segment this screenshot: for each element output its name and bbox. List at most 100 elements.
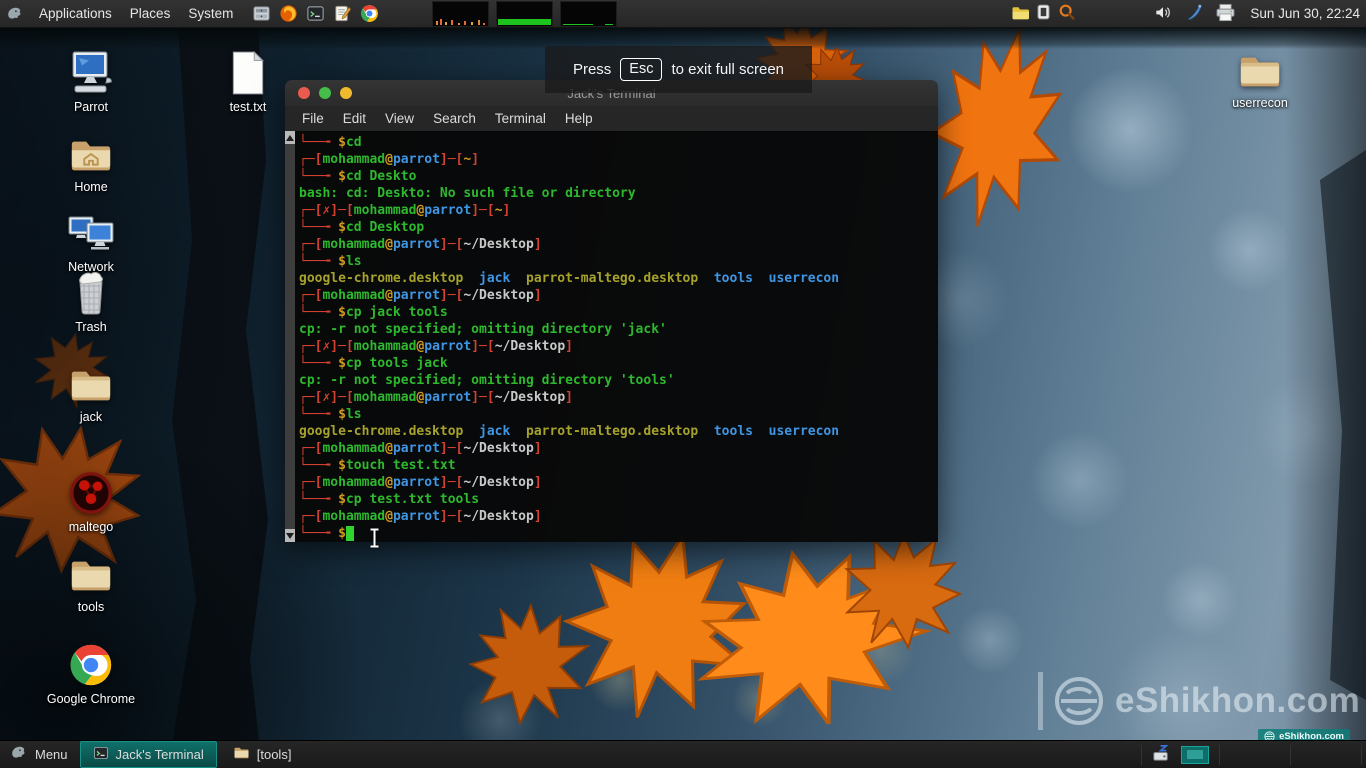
panel-menus: ApplicationsPlacesSystem — [30, 0, 242, 27]
terminal-line: └──╼ $touch test.txt — [299, 457, 934, 474]
desktop-icon-network[interactable]: Network — [53, 208, 129, 274]
folder-icon — [68, 548, 114, 596]
network-icon — [67, 208, 115, 256]
task-label: [tools] — [257, 747, 292, 762]
system-monitor-graphs — [432, 1, 617, 27]
terminal-line: └──╼ $ls — [299, 406, 934, 423]
folder-icon — [1237, 44, 1283, 92]
desktop-icon-label: tools — [78, 600, 104, 614]
terminal-cursor — [346, 526, 354, 541]
computer-icon — [67, 48, 115, 96]
watermark-text: eShikhon.com — [1115, 681, 1360, 721]
menu-label: Menu — [35, 747, 68, 762]
text-editor-launcher-icon[interactable] — [333, 4, 352, 23]
desktop-icon-maltego[interactable]: maltego — [53, 468, 129, 534]
task-label: Jack's Terminal — [116, 747, 204, 762]
file-manager-launcher-icon[interactable] — [252, 4, 271, 23]
desktop-icon-home[interactable]: Home — [53, 128, 129, 194]
terminal-line: bash: cd: Deskto: No such file or direct… — [299, 185, 934, 202]
bottom-taskbar: Menu Jack's Terminal [tools] — [0, 740, 1366, 768]
fullscreen-notice-prefix: Press — [573, 61, 611, 78]
taskbar-task-jack-s-terminal[interactable]: Jack's Terminal — [80, 741, 217, 768]
desktop: eShikhon.com eShikhon.com ApplicationsPl… — [0, 0, 1366, 768]
top-panel: ApplicationsPlacesSystem Sun Jun 30, 22:… — [0, 0, 1366, 28]
folder-mini-icon — [233, 746, 250, 763]
network-tool-icon[interactable] — [1185, 3, 1203, 25]
terminal-menu-file[interactable]: File — [293, 106, 333, 131]
menu-system[interactable]: System — [179, 0, 242, 27]
memory-monitor[interactable] — [496, 1, 553, 27]
terminal-line: └──╼ $cp tools jack — [299, 355, 934, 372]
desktop-icon-parrot[interactable]: Parrot — [53, 48, 129, 114]
desktop-icon-userrecon[interactable]: userrecon — [1222, 44, 1298, 110]
terminal-menubar: FileEditViewSearchTerminalHelp — [285, 106, 938, 132]
terminal-line: └──╼ $cp jack tools — [299, 304, 934, 321]
terminal-line: ┌─[mohammad@parrot]─[~/Desktop] — [299, 287, 934, 304]
terminal-line: └──╼ $cd Deskto — [299, 168, 934, 185]
clock[interactable]: Sun Jun 30, 22:24 — [1250, 0, 1360, 27]
taskbar-right — [1141, 741, 1362, 768]
terminal-line: └──╼ $cd Desktop — [299, 219, 934, 236]
desktop-icon-test-txt[interactable]: test.txt — [210, 48, 286, 114]
print-applet-icon[interactable] — [1215, 3, 1236, 25]
firefox-launcher-icon[interactable] — [279, 4, 298, 23]
volume-icon[interactable] — [1153, 3, 1173, 25]
trash-icon — [71, 268, 111, 316]
maltego-icon — [68, 468, 114, 516]
workspace-switcher[interactable] — [1181, 746, 1209, 764]
text-file-icon — [229, 48, 267, 96]
terminal-line: ┌─[mohammad@parrot]─[~/Desktop] — [299, 440, 934, 457]
menu-button[interactable]: Menu — [0, 741, 80, 768]
network-monitor[interactable] — [560, 1, 617, 27]
fullscreen-notice-suffix: to exit full screen — [671, 61, 784, 78]
terminal-scrollbar[interactable] — [285, 131, 295, 542]
panel-launchers — [252, 4, 379, 23]
fullscreen-notice: Press Esc to exit full screen — [545, 46, 812, 93]
terminal-menu-search[interactable]: Search — [424, 106, 485, 131]
cpu-monitor[interactable] — [432, 1, 489, 27]
terminal-line: ┌─[mohammad@parrot]─[~] — [299, 151, 934, 168]
chrome-icon — [68, 640, 114, 688]
terminal-line: ┌─[mohammad@parrot]─[~/Desktop] — [299, 236, 934, 253]
desktop-icon-label: Trash — [75, 320, 107, 334]
terminal-content[interactable]: └──╼ $cd┌─[mohammad@parrot]─[~]└──╼ $cd … — [285, 131, 938, 542]
terminal-line: cp: -r not specified; omitting directory… — [299, 372, 934, 389]
terminal-line: ┌─[mohammad@parrot]─[~/Desktop] — [299, 508, 934, 525]
menu-places[interactable]: Places — [121, 0, 180, 27]
menu-applications[interactable]: Applications — [30, 0, 121, 27]
parrot-logo-icon[interactable] — [6, 5, 24, 23]
desktop-icon-google-chrome[interactable]: Google Chrome — [38, 640, 144, 706]
scroll-up-arrow[interactable] — [285, 131, 295, 144]
terminal-menu-edit[interactable]: Edit — [334, 106, 375, 131]
folder-home-icon — [68, 128, 114, 176]
notes-applet-icon[interactable] — [1011, 5, 1029, 23]
terminal-icon — [93, 745, 109, 764]
desktop-icon-label: jack — [80, 410, 102, 424]
terminal-line: cp: -r not specified; omitting directory… — [299, 321, 934, 338]
terminal-menu-help[interactable]: Help — [556, 106, 602, 131]
desktop-icon-label: Parrot — [74, 100, 108, 114]
terminal-line: ┌─[mohammad@parrot]─[~/Desktop] — [299, 474, 934, 491]
scroll-down-arrow[interactable] — [285, 529, 295, 542]
desktop-icon-label: test.txt — [230, 100, 267, 114]
desktop-icon-jack[interactable]: jack — [53, 358, 129, 424]
desktop-icon-trash[interactable]: Trash — [53, 268, 129, 334]
desktop-icon-tools[interactable]: tools — [53, 548, 129, 614]
chrome-launcher-icon[interactable] — [360, 4, 379, 23]
mouse-ibeam-cursor — [368, 528, 381, 548]
watermark: eShikhon.com — [1038, 672, 1360, 730]
terminal-menu-view[interactable]: View — [376, 106, 423, 131]
suspend-icon[interactable] — [1152, 744, 1171, 766]
watermark-bar — [1038, 672, 1043, 730]
terminal-launcher-icon[interactable] — [306, 4, 325, 23]
folder-icon — [68, 358, 114, 406]
search-applet-icon[interactable] — [1058, 3, 1076, 24]
terminal-line: └──╼ $ls — [299, 253, 934, 270]
display-applet-icon[interactable] — [1037, 4, 1050, 23]
panel-status — [1153, 0, 1236, 27]
terminal-menu-terminal[interactable]: Terminal — [486, 106, 555, 131]
terminal-line: └──╼ $ — [299, 525, 934, 542]
taskbar-task--tools-[interactable]: [tools] — [221, 742, 304, 767]
eshikhon-logo-icon — [1053, 675, 1105, 727]
panel-tray — [1011, 0, 1076, 27]
